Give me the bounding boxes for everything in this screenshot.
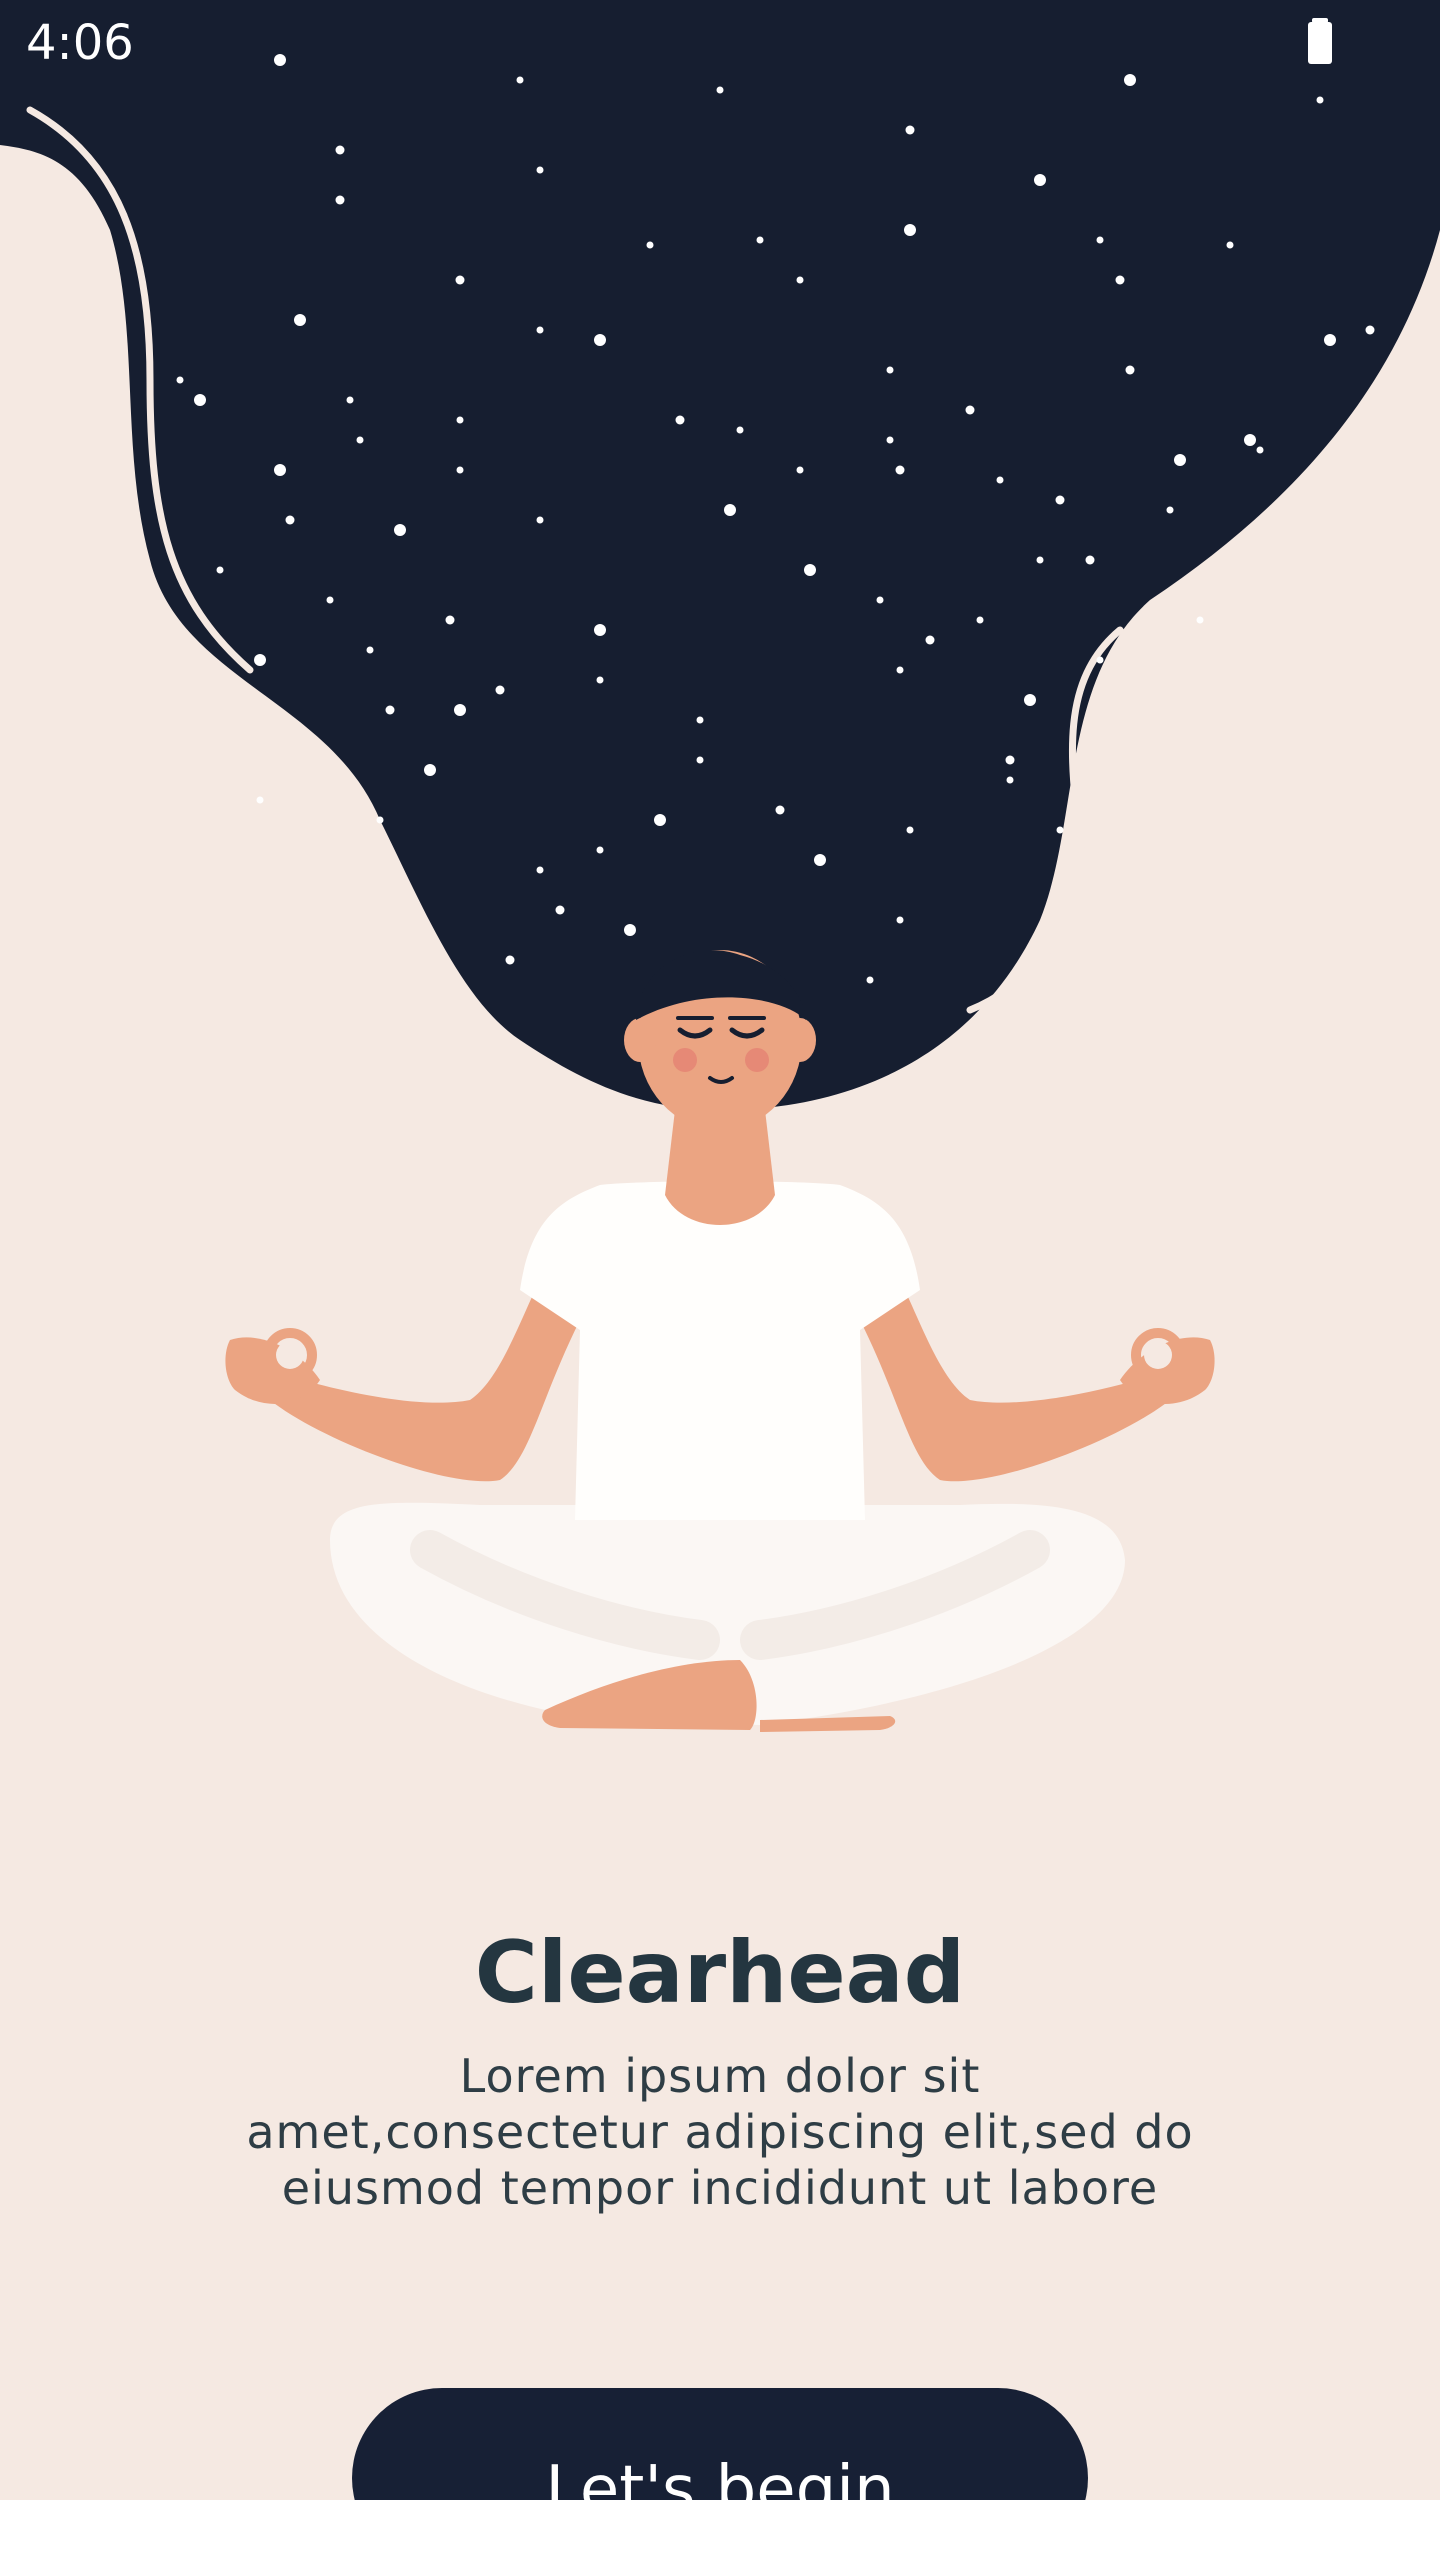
star-dot <box>1085 555 1095 565</box>
star-dot <box>1316 96 1324 104</box>
star-dot <box>194 394 206 406</box>
star-dot <box>1244 434 1256 446</box>
star-dot <box>385 705 395 715</box>
star-dot <box>925 635 935 645</box>
status-bar: 4:06 <box>0 0 1440 86</box>
star-dot <box>654 814 666 826</box>
star-dot <box>1056 826 1064 834</box>
star-dot <box>1034 174 1046 186</box>
star-dot <box>294 314 306 326</box>
star-dot <box>876 596 884 604</box>
star-dot <box>996 476 1004 484</box>
star-dot <box>906 826 914 834</box>
star-dot <box>555 905 565 915</box>
star-dot <box>756 236 764 244</box>
star-dot <box>456 416 464 424</box>
status-time: 4:06 <box>26 15 134 71</box>
star-dot <box>594 334 606 346</box>
app-description: Lorem ipsum dolor sit amet,consectetur a… <box>200 2048 1240 2216</box>
star-dot <box>886 366 894 374</box>
star-dot <box>895 465 905 475</box>
star-dot <box>254 654 266 666</box>
star-dot <box>346 396 354 404</box>
star-dot <box>1024 694 1036 706</box>
star-dot <box>886 436 894 444</box>
onboarding-screen: 4:06 Clearhead Lorem ipsum dolor sit ame… <box>0 0 1440 2500</box>
star-dot <box>1006 776 1014 784</box>
star-dot <box>646 241 654 249</box>
star-dot <box>1036 556 1044 564</box>
lets-begin-button[interactable]: Let's begin <box>352 2388 1088 2500</box>
star-dot <box>356 436 364 444</box>
star-dot <box>1256 446 1264 454</box>
star-dot <box>905 125 915 135</box>
star-dot <box>724 504 736 516</box>
star-dot <box>505 955 515 965</box>
star-dot <box>1096 236 1104 244</box>
star-dot <box>866 976 874 984</box>
star-dot <box>675 415 685 425</box>
star-dot <box>536 166 544 174</box>
star-dot <box>896 666 904 674</box>
star-dot <box>366 646 374 654</box>
meditation-illustration <box>0 0 1440 1732</box>
star-dot <box>1055 495 1065 505</box>
star-dot <box>335 145 345 155</box>
star-dot <box>596 846 604 854</box>
app-title: Clearhead <box>474 1923 966 2023</box>
star-dot <box>216 566 224 574</box>
star-dot <box>965 405 975 415</box>
star-dot <box>285 515 295 525</box>
star-dot <box>896 916 904 924</box>
starry-hair <box>0 0 1440 1110</box>
star-dot <box>1125 365 1135 375</box>
star-dot <box>1096 656 1104 664</box>
star-dot <box>736 426 744 434</box>
description-line: Lorem ipsum dolor sit <box>459 2049 981 2103</box>
star-dot <box>594 624 606 636</box>
star-dot <box>596 676 604 684</box>
star-dot <box>1005 755 1015 765</box>
star-dot <box>814 854 826 866</box>
star-dot <box>335 195 345 205</box>
star-dot <box>1166 506 1174 514</box>
star-dot <box>495 685 505 695</box>
star-dot <box>1226 241 1234 249</box>
star-dot <box>456 466 464 474</box>
star-dot <box>394 524 406 536</box>
star-dot <box>1324 334 1336 346</box>
star-dot <box>716 86 724 94</box>
star-dot <box>274 464 286 476</box>
star-dot <box>1365 325 1375 335</box>
shirt <box>520 1181 920 1520</box>
star-dot <box>256 796 264 804</box>
star-dot <box>424 764 436 776</box>
battery-full-icon <box>1308 18 1332 64</box>
star-dot <box>1115 275 1125 285</box>
star-dot <box>775 805 785 815</box>
star-dot <box>804 564 816 576</box>
star-dot <box>536 866 544 874</box>
star-dot <box>326 596 334 604</box>
star-dot <box>696 756 704 764</box>
star-dot <box>536 516 544 524</box>
star-dot <box>1174 454 1186 466</box>
star-dot <box>624 924 636 936</box>
star-dot <box>176 376 184 384</box>
star-dot <box>376 816 384 824</box>
star-dot <box>536 326 544 334</box>
star-dot <box>455 275 465 285</box>
star-dot <box>696 716 704 724</box>
description-line: amet,consectetur adipiscing elit,sed do <box>246 2105 1194 2159</box>
star-dot <box>796 466 804 474</box>
star-dot <box>1196 616 1204 624</box>
star-dot <box>796 276 804 284</box>
star-dot <box>454 704 466 716</box>
star-dot <box>904 224 916 236</box>
star-dot <box>445 615 455 625</box>
star-dot <box>976 616 984 624</box>
description-line: eiusmod tempor incididunt ut labore <box>281 2161 1159 2215</box>
